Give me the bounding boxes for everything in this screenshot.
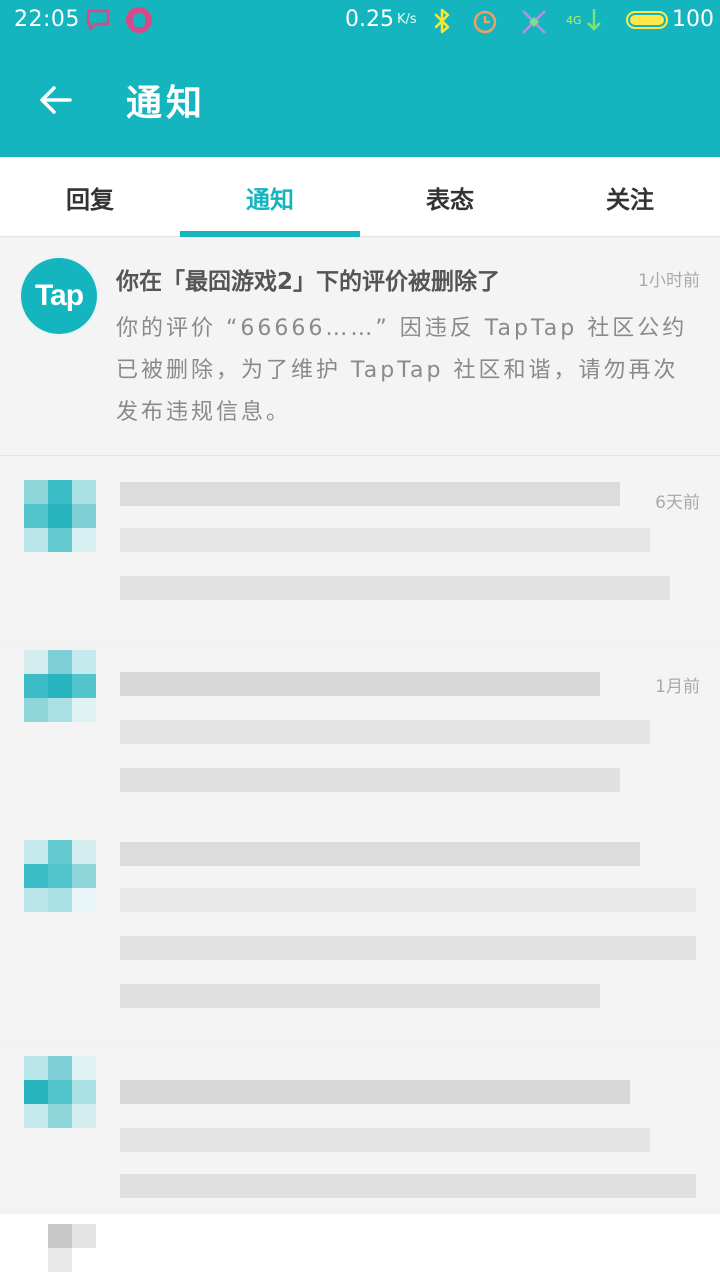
notification-body: 你的评价 “66666……” 因违反 TapTap 社区公约已被删除，为了维护 … bbox=[116, 316, 688, 425]
blurred-avatar bbox=[24, 840, 96, 912]
notification-title: 你在「最囧游戏2」下的评价被删除了 bbox=[116, 269, 501, 295]
blurred-avatar bbox=[24, 1056, 96, 1128]
blurred-line bbox=[120, 984, 600, 1008]
tab-follows[interactable]: 关注 bbox=[540, 157, 720, 237]
blurred-notification-4[interactable] bbox=[0, 1050, 720, 1210]
message-icon bbox=[84, 7, 112, 33]
blurred-notification-2[interactable]: 1月前 bbox=[0, 650, 720, 810]
blurred-line bbox=[120, 768, 620, 792]
speed-value: 0.25 bbox=[345, 7, 394, 32]
blurred-line bbox=[120, 1128, 650, 1152]
blurred-avatar bbox=[24, 480, 96, 552]
app-header: 22:05 0.25 K/s 4G 100 通知 bbox=[0, 0, 720, 157]
signal-off-icon bbox=[519, 7, 549, 37]
blurred-title bbox=[120, 1080, 630, 1104]
blurred-line bbox=[120, 888, 696, 912]
blurred-title bbox=[120, 842, 640, 866]
tab-bar: 回复 通知 表态 关注 bbox=[0, 157, 720, 237]
notification-item[interactable]: Tap 你在「最囧游戏2」下的评价被删除了 1小时前 你的评价 “66666……… bbox=[0, 238, 720, 456]
taptap-avatar: Tap bbox=[21, 258, 97, 334]
blurred-title bbox=[120, 672, 600, 696]
page-title: 通知 bbox=[126, 83, 207, 124]
blurred-notification-3[interactable] bbox=[0, 822, 720, 1038]
avatar-text: Tap bbox=[34, 279, 84, 312]
blurred-line bbox=[120, 528, 650, 552]
row-time: 6天前 bbox=[655, 493, 700, 513]
status-bar: 22:05 0.25 K/s 4G 100 bbox=[0, 0, 720, 44]
blurred-line bbox=[120, 720, 650, 744]
blurred-notification-1[interactable]: 6天前 bbox=[0, 462, 720, 640]
tab-replies[interactable]: 回复 bbox=[0, 157, 180, 237]
bluetooth-icon bbox=[430, 7, 454, 35]
notification-screen: 22:05 0.25 K/s 4G 100 通知 回复 通知 表态 关注 Tap… bbox=[0, 0, 720, 1280]
battery-icon bbox=[626, 10, 668, 29]
battery-indicator: 100 bbox=[626, 7, 714, 32]
blurred-line bbox=[120, 1174, 696, 1198]
network-type: 4G bbox=[566, 13, 582, 27]
blurred-title bbox=[120, 482, 620, 506]
back-arrow-icon[interactable] bbox=[36, 80, 76, 120]
blurred-line bbox=[120, 936, 696, 960]
blurred-line bbox=[120, 576, 670, 600]
speed-unit: K/s bbox=[396, 12, 417, 27]
blurred-notification-5[interactable] bbox=[0, 1214, 720, 1280]
tab-notifications[interactable]: 通知 bbox=[180, 157, 360, 237]
blurred-avatar bbox=[48, 1224, 120, 1280]
mobile-signal-icon: 4G bbox=[566, 7, 604, 33]
network-speed: 0.25 K/s bbox=[345, 7, 417, 32]
blurred-avatar bbox=[24, 650, 96, 722]
alarm-icon bbox=[471, 7, 499, 35]
battery-level: 100 bbox=[672, 7, 714, 32]
notification-time: 1小时前 bbox=[638, 271, 700, 291]
tab-reactions[interactable]: 表态 bbox=[360, 157, 540, 237]
qq-icon bbox=[126, 7, 152, 33]
status-time: 22:05 bbox=[14, 7, 80, 32]
row-time: 1月前 bbox=[655, 677, 700, 697]
